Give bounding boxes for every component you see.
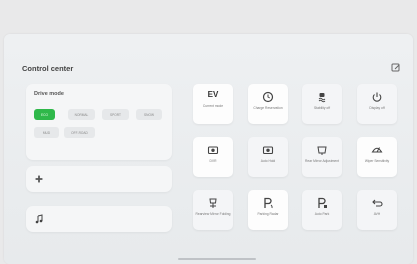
wiper-icon	[371, 147, 383, 153]
tile-auto-park[interactable]: Auto Park	[302, 190, 342, 230]
tile-wiper[interactable]: Wiper Sensitivity	[357, 137, 397, 177]
skid-icon	[318, 93, 326, 103]
ev-mode-indicator: EV	[207, 90, 219, 99]
music-card[interactable]	[26, 206, 172, 232]
drive-mode-normal[interactable]: NORMAL	[68, 109, 95, 120]
camera-icon	[207, 146, 219, 155]
tile-label: Rearview Mirror Folding	[195, 212, 231, 216]
tile-label: Auto Park	[314, 212, 330, 216]
tile-label: DVR	[209, 159, 217, 163]
clock-icon	[262, 91, 274, 103]
tile-label: Stability off	[313, 106, 331, 110]
edit-icon[interactable]	[391, 63, 401, 73]
tile-ev-mode[interactable]: EV Current mode	[193, 84, 233, 124]
tile-dvr[interactable]: DVR	[193, 137, 233, 177]
hold-icon	[372, 199, 383, 207]
fan-icon	[35, 175, 43, 183]
mirror-fold-icon	[209, 198, 217, 208]
tile-display-off[interactable]: Display off	[357, 84, 397, 124]
camera-icon	[262, 146, 274, 155]
tile-rear-mirror-folding[interactable]: Rearview Mirror Folding	[193, 190, 233, 230]
tile-charge-reservation[interactable]: Charge Reservation	[248, 84, 288, 124]
tile-rear-mirror[interactable]: Rear Mirror Adjustment	[302, 137, 342, 177]
parking-icon	[318, 197, 327, 208]
fan-card[interactable]	[26, 166, 172, 192]
tile-esc-off[interactable]: Stability off	[302, 84, 342, 124]
drive-mode-snow[interactable]: SNOW	[136, 109, 162, 120]
tile-avh[interactable]: AVH	[357, 190, 397, 230]
power-icon	[372, 92, 382, 102]
page-title: Control center	[22, 64, 74, 73]
tile-label: Display off	[369, 106, 385, 110]
tile-label: Parking Radar	[257, 212, 279, 216]
home-indicator[interactable]	[178, 258, 256, 260]
drive-mode-title: Drive mode	[34, 91, 64, 97]
tile-label: Auto Hold	[260, 159, 276, 163]
tile-label: Wiper Sensitivity	[364, 159, 390, 163]
tile-parking-radar[interactable]: Parking Radar	[248, 190, 288, 230]
tile-label: Current mode	[202, 104, 224, 108]
tile-label: AVH	[373, 212, 381, 216]
drive-mode-mud[interactable]: MUD	[34, 127, 59, 138]
tile-auto-hold[interactable]: Auto Hold	[248, 137, 288, 177]
music-note-icon	[35, 214, 43, 224]
drive-mode-sport[interactable]: SPORT	[102, 109, 129, 120]
mirror-icon	[317, 146, 327, 155]
tile-label: Rear Mirror Adjustment	[305, 159, 339, 163]
parking-icon	[264, 197, 273, 209]
tile-label: Charge Reservation	[253, 106, 283, 110]
drive-mode-eco[interactable]: ECO	[34, 109, 55, 120]
drive-mode-offroad[interactable]: OFF-ROAD	[64, 127, 95, 138]
drive-mode-card: Drive mode ECO NORMAL SPORT SNOW MUD OFF…	[26, 84, 172, 160]
